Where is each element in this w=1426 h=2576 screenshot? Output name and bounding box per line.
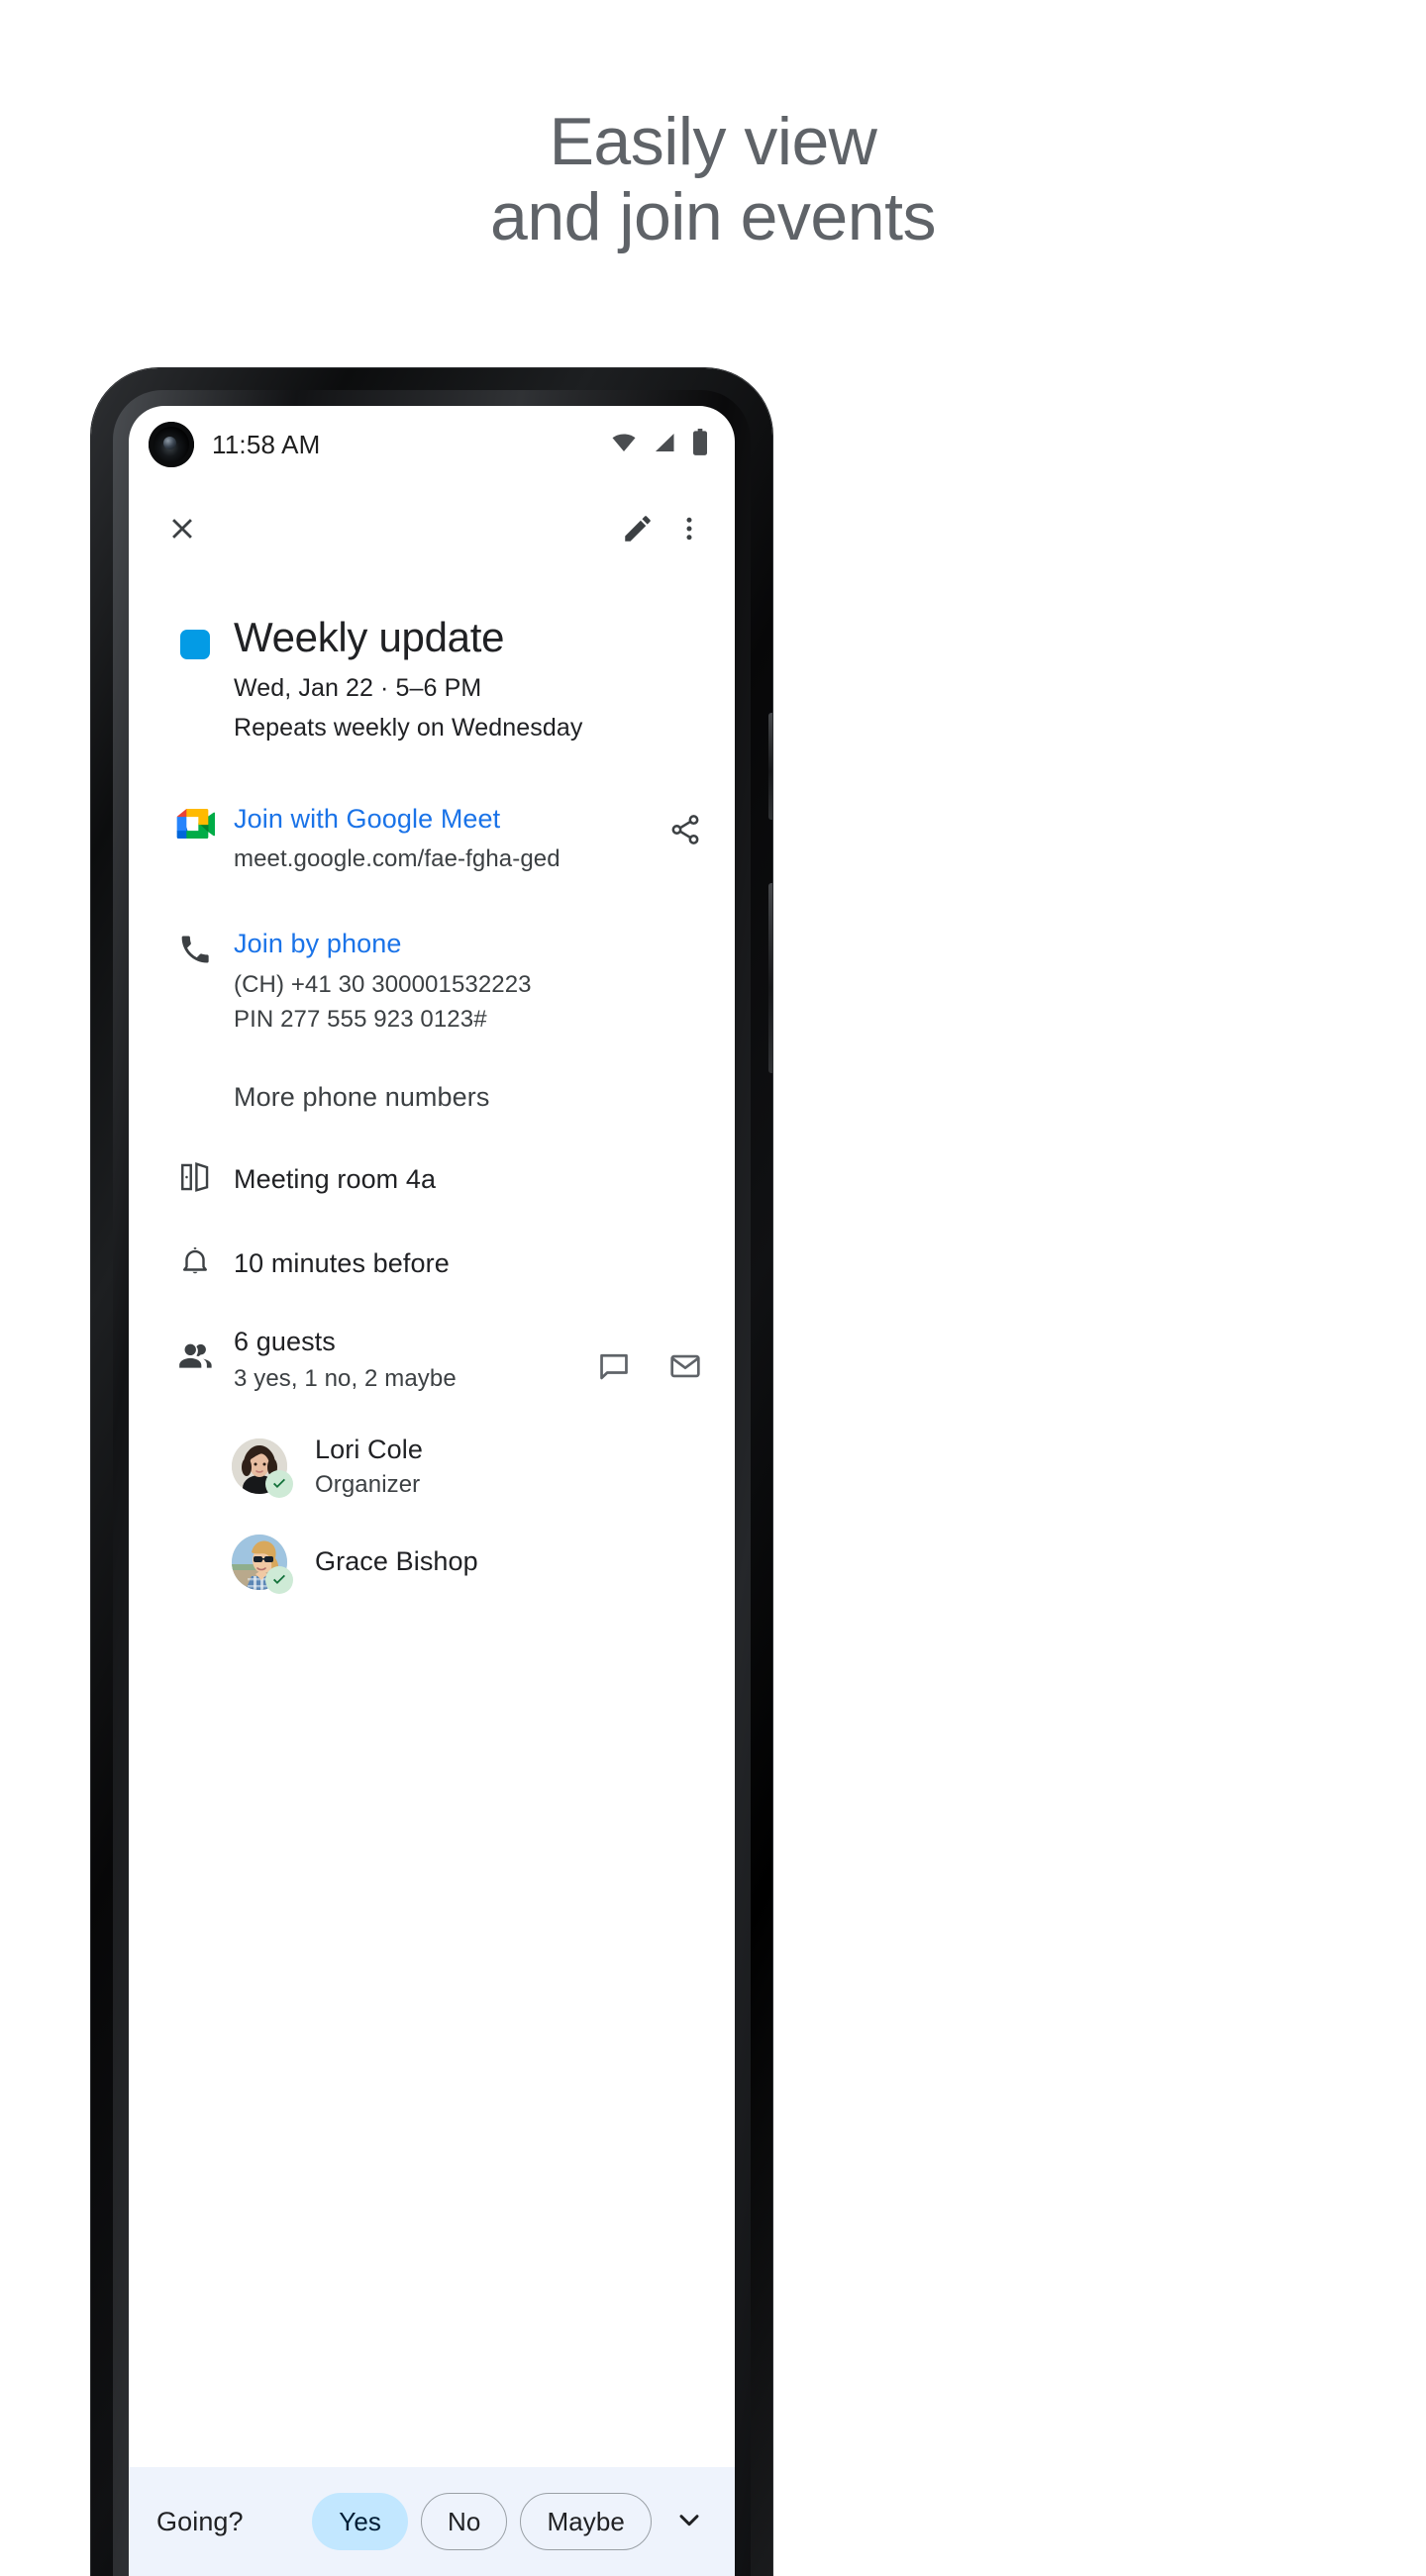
guest-role: Organizer <box>315 1470 421 1498</box>
rsvp-yes-button[interactable]: Yes <box>312 2493 409 2550</box>
guests-icon-gutter <box>156 1327 234 1393</box>
guests-count: 6 guests <box>234 1326 336 1356</box>
guest-list-item-1[interactable]: Lori Cole Organizer <box>129 1435 735 1499</box>
bell-icon <box>178 1244 212 1283</box>
event-recurrence: Repeats weekly on Wednesday <box>234 713 583 742</box>
google-meet-icon <box>175 807 216 841</box>
status-bar-clock: 11:58 AM <box>212 429 321 459</box>
guest-name: Grace Bishop <box>315 1546 478 1577</box>
event-title: Weekly update <box>234 614 505 660</box>
phone-screen: 11:58 AM Weekly update Wed, Jan 22 · 5–6… <box>129 406 735 2576</box>
rsvp-maybe-button[interactable]: Maybe <box>520 2493 652 2550</box>
rsvp-options: Yes No Maybe <box>312 2493 652 2550</box>
event-color-gutter <box>156 614 234 745</box>
join-by-phone-link[interactable]: Join by phone <box>234 928 711 959</box>
room-icon-gutter <box>156 1160 234 1199</box>
promo-headline: Easily view and join events <box>0 104 1426 254</box>
more-phone-numbers-row[interactable]: More phone numbers <box>129 1082 735 1113</box>
share-icon <box>668 813 702 851</box>
wifi-icon <box>609 431 639 459</box>
avatar <box>232 1438 293 1499</box>
event-color-chip <box>180 630 210 659</box>
meet-icon-gutter <box>156 803 234 875</box>
power-button[interactable] <box>768 713 772 820</box>
rsvp-question-label: Going? <box>156 2506 244 2536</box>
app-toolbar <box>129 483 735 578</box>
status-bar-icons <box>609 428 709 461</box>
join-by-phone-row[interactable]: Join by phone (CH) +41 30 300001532223 P… <box>129 928 735 1035</box>
share-button[interactable] <box>660 807 711 858</box>
meeting-room-label: Meeting room 4a <box>234 1163 437 1194</box>
join-google-meet-link[interactable]: Join with Google Meet <box>234 803 660 835</box>
more-phone-numbers-link[interactable]: More phone numbers <box>234 1082 711 1113</box>
event-datetime: Wed, Jan 22 · 5–6 PM <box>234 674 482 703</box>
phone-dial-number: (CH) +41 30 300001532223 <box>234 970 532 998</box>
email-guests-button[interactable] <box>660 1340 711 1392</box>
guests-row-actions <box>588 1327 711 1393</box>
meeting-room-icon <box>178 1160 212 1199</box>
google-meet-row[interactable]: Join with Google Meet meet.google.com/fa… <box>129 803 735 875</box>
rsvp-yes-badge <box>265 1565 293 1594</box>
camera-lens <box>163 437 176 449</box>
event-header-row: Weekly update Wed, Jan 22 · 5–6 PM Repea… <box>129 614 735 745</box>
cellular-signal-icon <box>652 431 678 459</box>
phone-pin: PIN 277 555 923 0123# <box>234 1005 487 1033</box>
rsvp-expand-button[interactable] <box>665 2498 713 2545</box>
message-guests-button[interactable] <box>588 1340 640 1392</box>
battery-icon <box>691 428 709 461</box>
promo-headline-line-2: and join events <box>490 179 936 255</box>
bell-icon-gutter <box>156 1244 234 1283</box>
promo-headline-line-1: Easily view <box>549 104 877 179</box>
event-details-content: Weekly update Wed, Jan 22 · 5–6 PM Repea… <box>129 578 735 2467</box>
guests-summary-row[interactable]: 6 guests 3 yes, 1 no, 2 maybe <box>129 1327 735 1393</box>
pencil-icon <box>621 512 655 550</box>
guest-name: Lori Cole <box>315 1434 423 1464</box>
overflow-menu-icon <box>674 514 704 548</box>
edit-button[interactable] <box>612 505 663 556</box>
phone-icon <box>177 932 213 1035</box>
notification-label: 10 minutes before <box>234 1247 450 1278</box>
rsvp-no-button[interactable]: No <box>421 2493 508 2550</box>
close-icon <box>165 512 199 550</box>
meeting-room-row[interactable]: Meeting room 4a <box>129 1160 735 1199</box>
more-options-button[interactable] <box>663 505 715 556</box>
google-meet-url: meet.google.com/fae-fgha-ged <box>234 844 560 872</box>
guests-rsvp-summary: 3 yes, 1 no, 2 maybe <box>234 1364 457 1392</box>
guest-list-item-2[interactable]: Grace Bishop <box>129 1534 735 1594</box>
more-numbers-gutter <box>156 1082 234 1113</box>
close-button[interactable] <box>156 505 208 556</box>
people-icon <box>176 1337 214 1393</box>
volume-button[interactable] <box>768 883 772 1073</box>
avatar <box>232 1534 293 1594</box>
front-camera-punch-hole <box>149 422 194 467</box>
rsvp-bar: Going? Yes No Maybe <box>129 2467 735 2576</box>
status-bar: 11:58 AM <box>129 406 735 483</box>
notification-row[interactable]: 10 minutes before <box>129 1244 735 1283</box>
meet-row-actions <box>660 803 711 875</box>
phone-icon-gutter <box>156 928 234 1035</box>
phone-device-frame: 11:58 AM Weekly update Wed, Jan 22 · 5–6… <box>91 368 772 2576</box>
